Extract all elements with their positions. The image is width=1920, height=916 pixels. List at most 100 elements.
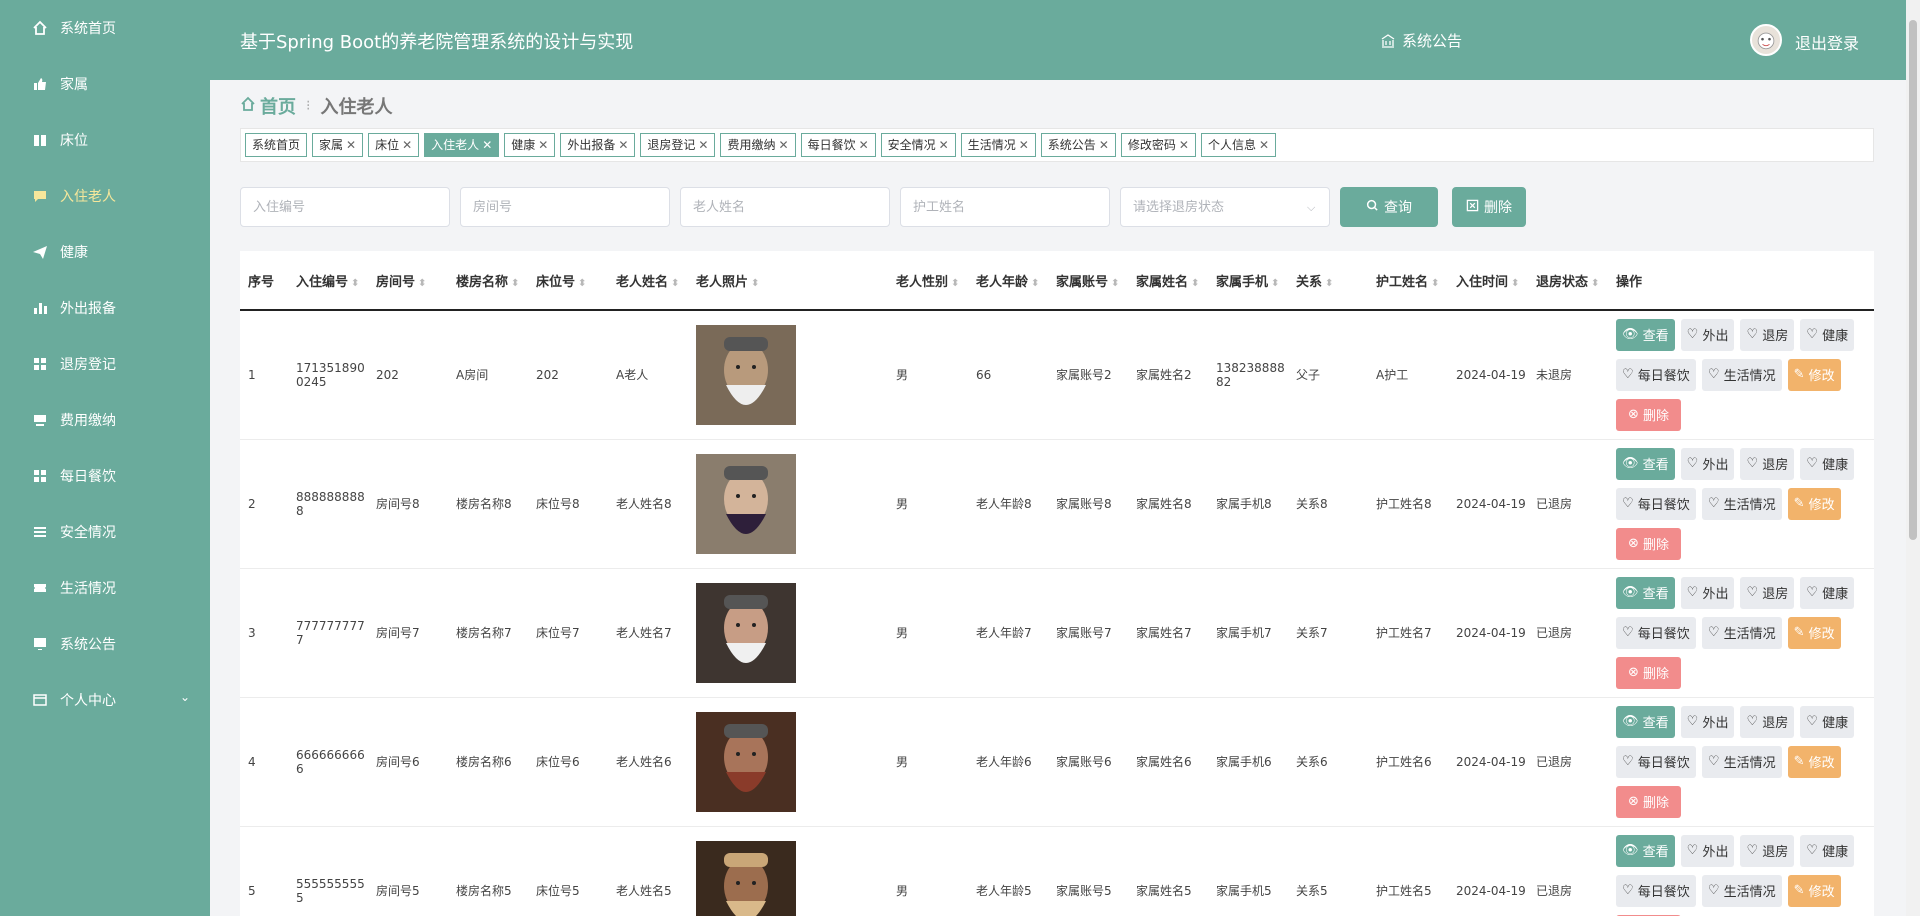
life-button[interactable]: ♡ 生活情况 [1701, 487, 1782, 520]
home-icon[interactable] [240, 96, 256, 117]
sidebar-item-6[interactable]: 退房登记 [0, 336, 210, 392]
view-button[interactable]: 👁 查看 [1616, 447, 1675, 480]
delete-button[interactable]: ⊗ 删除 [1616, 656, 1682, 689]
sort-icon[interactable]: ⬍ [951, 278, 959, 289]
sidebar-item-5[interactable]: 外出报备 [0, 280, 210, 336]
close-icon[interactable]: ✕ [1019, 134, 1029, 156]
sidebar-item-3[interactable]: 入住老人 [0, 168, 210, 224]
close-icon[interactable]: ✕ [779, 134, 789, 156]
sidebar-item-0[interactable]: 系统首页 [0, 0, 210, 56]
delete-button[interactable]: ⊗ 删除 [1616, 527, 1682, 560]
column-header[interactable]: 老人年龄 ⬍ [968, 251, 1048, 311]
view-button[interactable]: 👁 查看 [1616, 834, 1675, 867]
close-icon[interactable]: ✕ [538, 134, 548, 156]
column-header[interactable]: 老人姓名 ⬍ [608, 251, 688, 311]
column-header[interactable]: 床位号 ⬍ [528, 251, 608, 311]
scrollbar[interactable] [1906, 0, 1920, 916]
elder-name-input[interactable] [680, 187, 890, 227]
sort-icon[interactable]: ⬍ [1271, 278, 1279, 289]
nurse-name-input[interactable] [900, 187, 1110, 227]
sidebar-item-11[interactable]: 系统公告 [0, 616, 210, 672]
sort-icon[interactable]: ⬍ [418, 278, 426, 289]
health-button[interactable]: ♡ 健康 [1800, 576, 1855, 609]
scrollbar-thumb[interactable] [1909, 20, 1917, 540]
column-header[interactable]: 关系 ⬍ [1288, 251, 1368, 311]
tab-tag[interactable]: 生活情况 ✕ [960, 133, 1036, 157]
column-header[interactable]: 家属账号 ⬍ [1048, 251, 1128, 311]
life-button[interactable]: ♡ 生活情况 [1701, 745, 1782, 778]
sort-icon[interactable]: ⬍ [671, 278, 679, 289]
tab-tag[interactable]: 外出报备 ✕ [560, 133, 636, 157]
close-icon[interactable]: ✕ [859, 134, 869, 156]
health-button[interactable]: ♡ 健康 [1800, 834, 1855, 867]
tab-tag[interactable]: 入住老人 ✕ [424, 133, 500, 157]
sort-icon[interactable]: ⬍ [1191, 278, 1199, 289]
tab-tag[interactable]: 家属 ✕ [312, 133, 364, 157]
column-header[interactable]: 家属手机 ⬍ [1208, 251, 1288, 311]
tab-tag[interactable]: 系统首页 [245, 133, 308, 157]
sort-icon[interactable]: ⬍ [1111, 278, 1119, 289]
column-header[interactable]: 老人性别 ⬍ [888, 251, 968, 311]
sort-icon[interactable]: ⬍ [578, 278, 586, 289]
meal-button[interactable]: ♡ 每日餐饮 [1616, 487, 1696, 520]
edit-button[interactable]: ✎ 修改 [1787, 487, 1841, 520]
meal-button[interactable]: ♡ 每日餐饮 [1616, 874, 1696, 907]
query-button[interactable]: 查询 [1340, 187, 1438, 227]
sort-icon[interactable]: ⬍ [351, 278, 359, 289]
sidebar-item-2[interactable]: 床位 [0, 112, 210, 168]
column-header[interactable]: 序号 [240, 251, 288, 311]
health-button[interactable]: ♡ 健康 [1800, 318, 1855, 351]
life-button[interactable]: ♡ 生活情况 [1701, 874, 1782, 907]
tab-tag[interactable]: 退房登记 ✕ [640, 133, 716, 157]
outing-button[interactable]: ♡ 外出 [1680, 834, 1735, 867]
meal-button[interactable]: ♡ 每日餐饮 [1616, 616, 1696, 649]
close-icon[interactable]: ✕ [346, 134, 356, 156]
health-button[interactable]: ♡ 健康 [1800, 705, 1855, 738]
close-icon[interactable]: ✕ [402, 134, 412, 156]
tab-tag[interactable]: 系统公告 ✕ [1040, 133, 1116, 157]
delete-button[interactable]: ⊗ 删除 [1616, 398, 1682, 431]
edit-button[interactable]: ✎ 修改 [1787, 874, 1841, 907]
checkout-button[interactable]: ♡ 退房 [1740, 576, 1795, 609]
avatar[interactable] [1750, 24, 1782, 56]
close-icon[interactable]: ✕ [1179, 134, 1189, 156]
breadcrumb-home[interactable]: 首页 [260, 93, 296, 119]
close-icon[interactable]: ✕ [1259, 134, 1269, 156]
sidebar-item-1[interactable]: 家属 [0, 56, 210, 112]
view-button[interactable]: 👁 查看 [1616, 318, 1675, 351]
checkout-button[interactable]: ♡ 退房 [1740, 705, 1795, 738]
column-header[interactable]: 入住时间 ⬍ [1448, 251, 1528, 311]
column-header[interactable]: 入住编号 ⬍ [288, 251, 368, 311]
sort-icon[interactable]: ⬍ [1591, 278, 1599, 289]
column-header[interactable]: 退房状态 ⬍ [1528, 251, 1608, 311]
meal-button[interactable]: ♡ 每日餐饮 [1616, 745, 1696, 778]
life-button[interactable]: ♡ 生活情况 [1701, 616, 1782, 649]
sidebar-item-7[interactable]: 费用缴纳 [0, 392, 210, 448]
delete-button[interactable]: ⊗ 删除 [1616, 785, 1682, 818]
close-icon[interactable]: ✕ [1099, 134, 1109, 156]
checkout-button[interactable]: ♡ 退房 [1740, 834, 1795, 867]
close-icon[interactable]: ✕ [939, 134, 949, 156]
checkout-status-select[interactable] [1120, 187, 1330, 227]
close-icon[interactable]: ✕ [482, 134, 492, 156]
checkout-button[interactable]: ♡ 退房 [1740, 318, 1795, 351]
outing-button[interactable]: ♡ 外出 [1680, 318, 1735, 351]
column-header[interactable]: 护工姓名 ⬍ [1368, 251, 1448, 311]
edit-button[interactable]: ✎ 修改 [1787, 358, 1841, 391]
tab-tag[interactable]: 费用缴纳 ✕ [720, 133, 796, 157]
checkout-button[interactable]: ♡ 退房 [1740, 447, 1795, 480]
sort-icon[interactable]: ⬍ [511, 278, 519, 289]
sidebar-item-10[interactable]: 生活情况 [0, 560, 210, 616]
outing-button[interactable]: ♡ 外出 [1680, 705, 1735, 738]
sidebar-item-8[interactable]: 每日餐饮 [0, 448, 210, 504]
close-icon[interactable]: ✕ [618, 134, 628, 156]
column-header[interactable]: 房间号 ⬍ [368, 251, 448, 311]
sort-icon[interactable]: ⬍ [751, 278, 759, 289]
room-number-input[interactable] [460, 187, 670, 227]
edit-button[interactable]: ✎ 修改 [1787, 616, 1841, 649]
sort-icon[interactable]: ⬍ [1031, 278, 1039, 289]
tab-tag[interactable]: 安全情况 ✕ [880, 133, 956, 157]
view-button[interactable]: 👁 查看 [1616, 705, 1675, 738]
logout-button[interactable]: 退出登录 [1795, 30, 1859, 54]
tab-tag[interactable]: 每日餐饮 ✕ [800, 133, 876, 157]
